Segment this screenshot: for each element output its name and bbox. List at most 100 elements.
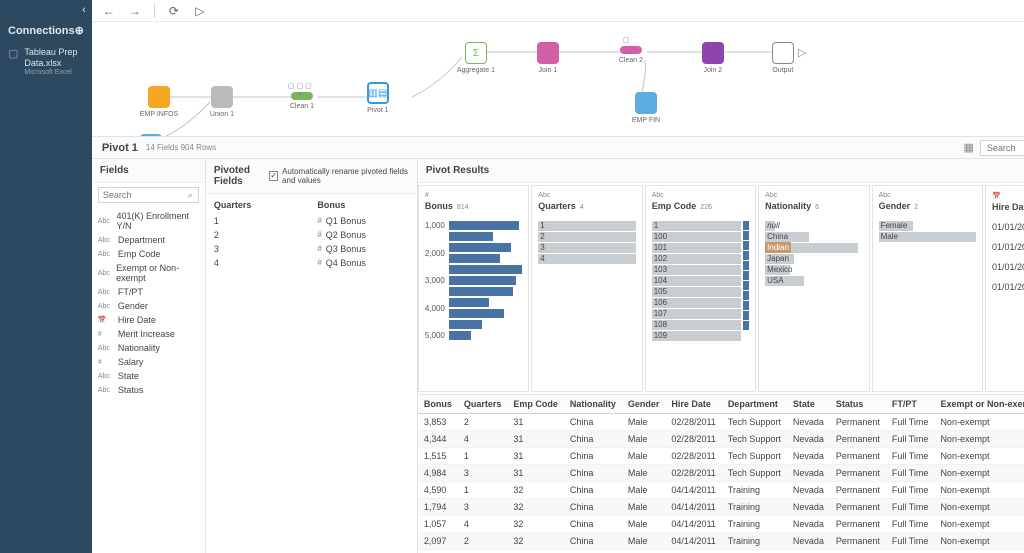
card-type: # [425, 192, 522, 199]
table-row[interactable]: 4,984331ChinaMale02/28/2011Tech SupportN… [418, 465, 1024, 482]
field-item[interactable]: AbcGender [98, 299, 199, 313]
refresh-icon[interactable]: ⟳ [167, 4, 181, 18]
column-header[interactable]: FT/PT [886, 395, 935, 414]
profile-card[interactable]: AbcQuarters41234 [531, 185, 642, 392]
node-emp-infos[interactable]: EMP INFOS [140, 86, 178, 118]
table-row[interactable]: 4,590132ChinaMale04/14/2011TrainingNevad… [418, 482, 1024, 499]
pivot-quarter-item[interactable]: 2 [214, 228, 306, 242]
table-row[interactable]: 3,853231ChinaMale02/28/2011Tech SupportN… [418, 414, 1024, 431]
field-name: Exempt or Non-exempt [116, 263, 199, 283]
pivot-bonus-item[interactable]: #Q1 Bonus [317, 214, 409, 228]
fields-search-input[interactable] [98, 187, 199, 203]
node-join1[interactable]: Join 1 [537, 42, 559, 74]
pivot-bonus-item[interactable]: #Q4 Bonus [317, 256, 409, 270]
table-row[interactable]: 1,057432ChinaMale04/14/2011TrainingNevad… [418, 516, 1024, 533]
field-item[interactable]: #Merit Increase [98, 327, 199, 341]
table-cell: 1 [458, 448, 508, 465]
column-header[interactable]: Emp Code [507, 395, 564, 414]
table-cell: China [564, 465, 622, 482]
field-item[interactable]: AbcState [98, 369, 199, 383]
field-item[interactable]: AbcDepartment [98, 233, 199, 247]
table-cell: Nevada [787, 448, 830, 465]
pivot-quarter-item[interactable]: 4 [214, 256, 306, 270]
table-row[interactable]: 1,794332ChinaMale04/14/2011TrainingNevad… [418, 499, 1024, 516]
field-item[interactable]: Abc401(K) Enrollment Y/N [98, 209, 199, 233]
step-search-input[interactable] [980, 140, 1024, 156]
column-header[interactable]: Quarters [458, 395, 508, 414]
pivot-bonus-item[interactable]: #Q3 Bonus [317, 242, 409, 256]
table-cell: Permanent [830, 533, 886, 550]
field-item[interactable]: AbcEmp Code [98, 247, 199, 261]
table-cell: 33 [507, 550, 564, 553]
profile-card[interactable]: AbcNationality6nullChinaIndianJapanMexic… [758, 185, 869, 392]
table-cell: China [564, 516, 622, 533]
table-cell: Legal [722, 550, 787, 553]
column-header[interactable]: Exempt or Non-exempt [934, 395, 1024, 414]
table-cell: Male [622, 465, 666, 482]
flow-canvas[interactable]: △ EMP INFOS Union 1 ▢ ▢ ▢ ▾Clean 1 ▥▤Piv… [92, 22, 1024, 137]
table-cell: Nevada [787, 431, 830, 448]
node-emp-fin[interactable]: EMP FIN [632, 92, 660, 124]
bullet-icon: # [317, 216, 321, 226]
add-connection-icon[interactable]: ⊕ [75, 24, 84, 37]
field-type-icon: Abc [98, 373, 114, 380]
bullet-icon: # [317, 258, 321, 268]
node-extra[interactable] [140, 134, 162, 137]
pivot-quarter-item[interactable]: 3 [214, 242, 306, 256]
table-row[interactable]: 3,115133ChinaMale05/12/2011LegalNevadaPe… [418, 550, 1024, 553]
table-row[interactable]: 2,097232ChinaMale04/14/2011TrainingNevad… [418, 533, 1024, 550]
step-title: Pivot 1 [102, 142, 138, 154]
column-header[interactable]: State [787, 395, 830, 414]
column-header[interactable]: Bonus [418, 395, 458, 414]
profile-card[interactable]: 📅Hire Date01/01/200501/01/200901/01/2013… [985, 185, 1024, 392]
profile-card[interactable]: AbcEmp Code22611001011021031041051061071… [645, 185, 756, 392]
node-union[interactable]: Union 1 [210, 86, 234, 118]
column-header[interactable]: Department [722, 395, 787, 414]
pivot-quarter-item[interactable]: 1 [214, 214, 306, 228]
field-item[interactable]: #Salary [98, 355, 199, 369]
node-join2[interactable]: Join 2 [702, 42, 724, 74]
profile-view-icon[interactable]: ▦ [963, 141, 973, 154]
collapse-icon[interactable]: ‹ [82, 4, 86, 16]
table-cell: 32 [507, 516, 564, 533]
pivoted-fields-panel: Pivoted Fields ✓ Automatically rename pi… [206, 159, 418, 553]
field-item[interactable]: AbcExempt or Non-exempt [98, 261, 199, 285]
table-cell: Tech Support [722, 431, 787, 448]
table-row[interactable]: 1,515131ChinaMale02/28/2011Tech SupportN… [418, 448, 1024, 465]
table-cell: Male [622, 414, 666, 431]
table-cell: Full Time [886, 482, 935, 499]
node-pivot[interactable]: ▥▤Pivot 1 [367, 82, 389, 114]
back-icon[interactable]: ← [102, 4, 116, 18]
run-flow-icon[interactable]: ▷ [193, 4, 207, 18]
table-cell: Training [722, 533, 787, 550]
field-name: FT/PT [118, 287, 143, 297]
table-cell: 31 [507, 414, 564, 431]
pivot-bonus-item[interactable]: #Q2 Bonus [317, 228, 409, 242]
bullet-icon: # [317, 230, 321, 240]
data-grid[interactable]: BonusQuartersEmp CodeNationalityGenderHi… [418, 395, 1024, 553]
column-header[interactable]: Nationality [564, 395, 622, 414]
profile-card[interactable]: #Bonus8141,0002,0003,0004,0005,000 [418, 185, 529, 392]
node-clean2[interactable]: ▢Clean 2 [619, 46, 643, 64]
card-name: Emp Code226 [652, 201, 749, 211]
field-item[interactable]: AbcStatus [98, 383, 199, 397]
node-output[interactable]: ▦Output [772, 42, 794, 74]
auto-rename-checkbox[interactable]: ✓ [269, 171, 278, 181]
column-header[interactable]: Status [830, 395, 886, 414]
table-cell: Male [622, 550, 666, 553]
field-item[interactable]: AbcFT/PT [98, 285, 199, 299]
column-header[interactable]: Hire Date [665, 395, 721, 414]
profile-card[interactable]: AbcGender2FemaleMale [872, 185, 983, 392]
table-cell: Male [622, 448, 666, 465]
field-item[interactable]: AbcNationality [98, 341, 199, 355]
column-header[interactable]: Gender [622, 395, 666, 414]
field-item[interactable]: 📅Hire Date [98, 313, 199, 327]
table-cell: Tech Support [722, 414, 787, 431]
table-cell: China [564, 550, 622, 553]
run-output-icon[interactable]: ▷ [798, 46, 806, 59]
forward-icon[interactable]: → [128, 4, 142, 18]
node-aggregate[interactable]: ΣAggregate 1 [457, 42, 495, 74]
table-row[interactable]: 4,344431ChinaMale02/28/2011Tech SupportN… [418, 431, 1024, 448]
connection-item[interactable]: ▢ Tableau Prep Data.xlsx Microsoft Excel [0, 41, 92, 80]
node-clean1[interactable]: ▢ ▢ ▢ ▾Clean 1 [290, 92, 314, 110]
